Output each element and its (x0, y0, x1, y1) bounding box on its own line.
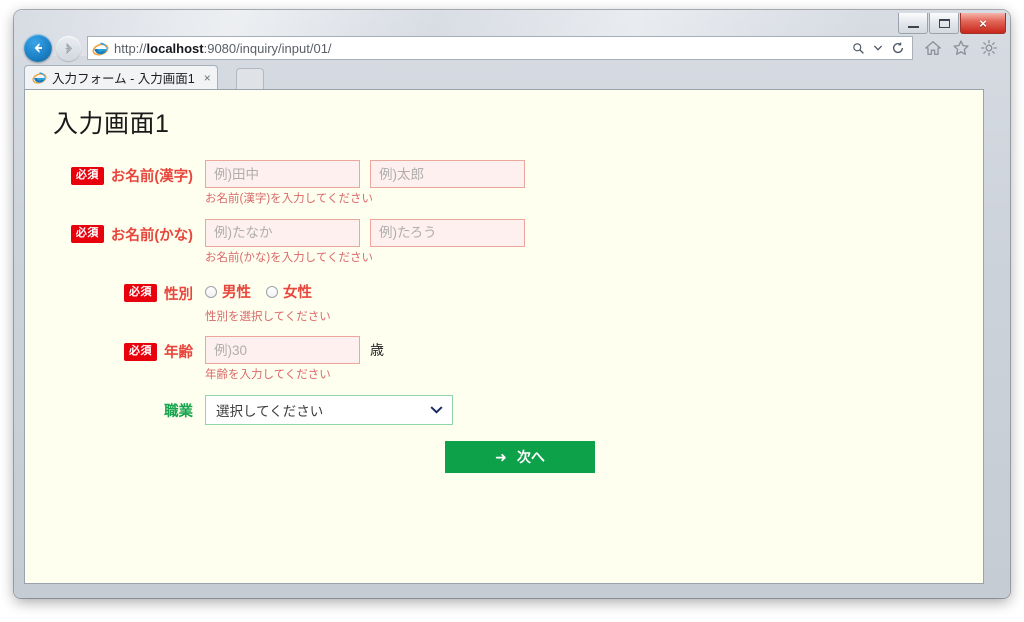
input-form-page: 入力画面1 必須 お名前(漢字) お名前(漢字)を入力してください (25, 90, 983, 474)
page-title: 入力画面1 (53, 110, 170, 138)
gear-icon[interactable] (979, 39, 998, 58)
refresh-icon[interactable] (891, 41, 905, 55)
browser-window: × http://localhost:9080/inquiry/input/01… (14, 10, 1010, 598)
tab-close-icon[interactable]: × (204, 72, 211, 84)
field-hint: 年齢を入力してください (205, 369, 331, 382)
home-icon[interactable] (923, 39, 942, 58)
address-bar-row: http://localhost:9080/inquiry/input/01/ (24, 33, 1000, 63)
forward-arrow-icon (65, 42, 73, 54)
age-input[interactable] (205, 336, 360, 365)
required-badge: 必須 (124, 284, 157, 303)
name-kana-first-input[interactable] (370, 218, 525, 247)
field-hint: 性別を選択してください (205, 310, 331, 323)
arrow-right-icon: ➜ (495, 449, 507, 466)
row-field-occupation: 選択してください (205, 395, 983, 426)
gender-radio-group: 男性 女性 (205, 278, 983, 306)
tab-strip: 入力フォーム - 入力画面1 × (24, 65, 1000, 89)
back-arrow-icon (34, 43, 42, 53)
back-button[interactable] (24, 34, 52, 62)
age-unit-label: 歳 (370, 342, 384, 359)
minimize-button[interactable] (898, 13, 928, 34)
url-bar[interactable]: http://localhost:9080/inquiry/input/01/ (87, 36, 850, 60)
field-label: 職業 (164, 404, 193, 421)
maximize-icon (938, 18, 950, 28)
field-label: 性別 (164, 286, 193, 303)
required-badge: 必須 (124, 342, 157, 361)
page-viewport: 入力画面1 必須 お名前(漢字) お名前(漢字)を入力してください (24, 89, 984, 584)
command-bar (923, 39, 1000, 58)
required-badge: 必須 (70, 166, 104, 185)
minimize-icon (907, 25, 919, 28)
form-row-age: 必須 年齢 歳 年齢を入力してください (25, 336, 983, 383)
tab-title: 入力フォーム - 入力画面1 (52, 72, 195, 86)
radio-label: 女性 (283, 285, 312, 302)
next-button-label: 次へ (516, 449, 545, 466)
row-label-gender: 必須 性別 (25, 278, 205, 304)
name-kana-last-input[interactable] (205, 218, 360, 247)
form-row-gender: 必須 性別 男性 女性 性別を選択してください (25, 278, 983, 325)
close-icon: × (979, 15, 987, 31)
maximize-button[interactable] (929, 13, 959, 34)
form-row-name-kanji: 必須 お名前(漢字) お名前(漢字)を入力してください (25, 160, 983, 207)
field-label: お名前(かな) (110, 227, 193, 244)
field-label: 年齢 (164, 345, 193, 362)
form-row-occupation: 職業 選択してください (25, 395, 983, 426)
url-bar-tools (850, 36, 913, 60)
forward-button[interactable] (56, 35, 81, 61)
url-prefix: http:// (114, 40, 147, 56)
input-group (205, 160, 983, 188)
row-field-age: 歳 年齢を入力してください (205, 336, 983, 383)
name-kanji-first-input[interactable] (370, 160, 525, 188)
row-field-name-kana: お名前(かな)を入力してください (205, 218, 983, 266)
form-row-name-kana: 必須 お名前(かな) お名前(かな)を入力してください (25, 218, 983, 266)
url-text: http://localhost:9080/inquiry/input/01/ (114, 41, 332, 56)
field-hint: お名前(漢字)を入力してください (205, 193, 373, 205)
url-domain: localhost (146, 40, 204, 56)
field-hint: お名前(かな)を入力してください (205, 251, 373, 264)
radio-icon (205, 285, 217, 298)
url-suffix: :9080/inquiry/input/01/ (203, 40, 332, 56)
next-button[interactable]: ➜ 次へ (445, 441, 595, 474)
chevron-down-icon (430, 404, 443, 416)
radio-label: 男性 (222, 285, 251, 302)
row-field-gender: 男性 女性 性別を選択してください (205, 278, 983, 325)
input-group: 歳 (205, 336, 983, 365)
field-label: お名前(漢字) (110, 169, 193, 185)
row-label-name-kanji: 必須 お名前(漢字) (25, 160, 205, 186)
ie-logo-icon (92, 42, 109, 55)
radio-icon (266, 285, 278, 298)
window-caption-buttons: × (897, 13, 1006, 35)
required-badge: 必須 (70, 225, 104, 244)
tab-ie-logo-icon (32, 72, 47, 84)
row-label-age: 必須 年齢 (25, 336, 205, 362)
name-kanji-last-input[interactable] (205, 160, 360, 188)
new-tab-button[interactable] (236, 68, 264, 89)
row-field-name-kanji: お名前(漢字)を入力してください (205, 160, 983, 207)
input-group (205, 218, 983, 247)
chevron-down-icon[interactable] (874, 45, 882, 51)
close-button[interactable]: × (960, 13, 1006, 34)
occupation-select[interactable]: 選択してください (205, 395, 453, 426)
row-label-occupation: 職業 (25, 395, 205, 421)
row-label-name-kana: 必須 お名前(かな) (25, 219, 205, 245)
browser-tab[interactable]: 入力フォーム - 入力画面1 × (24, 65, 218, 89)
gender-radio-female[interactable]: 女性 (266, 281, 312, 302)
occupation-selected-value: 選択してください (216, 404, 324, 420)
gender-radio-male[interactable]: 男性 (205, 281, 251, 302)
submit-row: ➜ 次へ (25, 441, 983, 474)
search-icon[interactable] (852, 42, 865, 55)
star-icon[interactable] (951, 39, 970, 58)
